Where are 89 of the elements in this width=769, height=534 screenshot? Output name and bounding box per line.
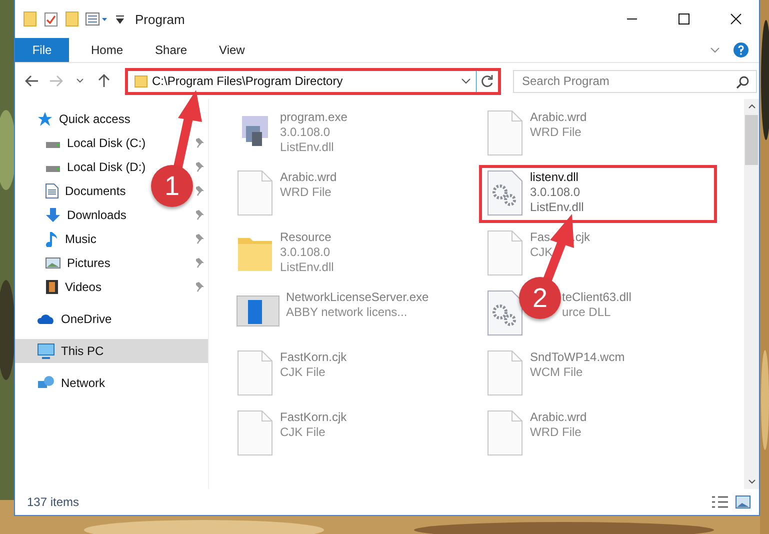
pin-icon[interactable] — [194, 138, 204, 148]
file-detail: ListEnv.dll — [530, 200, 584, 214]
file-detail: WRD File — [530, 125, 582, 139]
chevron-down-icon — [76, 78, 84, 84]
file-name[interactable]: Fas — [530, 230, 550, 244]
film-icon — [45, 279, 59, 295]
star-icon — [37, 111, 53, 127]
file-detail: ListEnv.dll — [280, 140, 335, 154]
file-name[interactable]: FastKorn.cjk — [280, 410, 347, 424]
large-icons-view-icon[interactable] — [735, 495, 751, 509]
file-detail: CJK File — [280, 425, 326, 439]
search-icon[interactable] — [735, 74, 751, 88]
file-detail: urce DLL — [562, 305, 612, 319]
properties-icon[interactable] — [85, 11, 109, 27]
nav-item[interactable]: Local Disk (C:) — [67, 136, 146, 150]
scrollbar[interactable] — [744, 99, 759, 489]
nav-item[interactable]: Videos — [65, 280, 102, 294]
nav-item[interactable]: This PC — [61, 344, 104, 358]
cloud-icon — [37, 313, 55, 325]
checklist-icon[interactable] — [43, 11, 59, 27]
nav-item[interactable]: Pictures — [67, 256, 110, 270]
file-name[interactable]: Resource — [280, 230, 332, 244]
pin-icon[interactable] — [194, 282, 204, 292]
pin-icon[interactable] — [194, 186, 204, 196]
window-title: Program — [135, 12, 186, 26]
folder-icon — [134, 74, 148, 88]
file-name[interactable]: teClient63.dll — [562, 290, 632, 304]
up-arrow-icon — [98, 74, 110, 88]
scrollbar-thumb[interactable] — [745, 115, 758, 165]
folder-icon[interactable] — [65, 11, 79, 27]
chevron-down-icon[interactable] — [460, 76, 472, 86]
file-detail: WRD File — [530, 425, 582, 439]
file-detail: ListEnv.dll — [280, 260, 334, 274]
file-name[interactable]: listenv.dll — [530, 170, 578, 184]
file-name[interactable]: Arabic.wrd — [530, 110, 587, 124]
search-field[interactable]: Search Program — [513, 70, 757, 92]
nav-item[interactable]: Music — [65, 232, 96, 246]
settings-file-icon — [486, 290, 524, 336]
nav-item[interactable]: Downloads — [67, 208, 126, 222]
file-detail: ABBY network licens... — [286, 305, 408, 319]
file-detail: CJK — [530, 245, 554, 259]
file-name[interactable]: SndToWP14.wcm — [530, 350, 625, 364]
file-detail: WCM File — [530, 365, 584, 379]
file-name[interactable]: program.exe — [280, 110, 348, 124]
file-name[interactable]: NetworkLicenseServer.exe — [286, 290, 429, 304]
pin-icon[interactable] — [194, 162, 204, 172]
file-icon — [236, 170, 274, 216]
details-view-icon[interactable] — [711, 495, 729, 509]
pin-icon[interactable] — [194, 210, 204, 220]
pictures-icon — [45, 256, 61, 270]
forward-arrow-icon — [49, 75, 63, 87]
music-note-icon — [45, 231, 59, 247]
network-icon — [37, 375, 55, 391]
file-detail: 3.0.108.0 — [280, 245, 332, 259]
document-icon — [45, 183, 59, 199]
file-icon — [236, 410, 274, 456]
pin-icon[interactable] — [194, 258, 204, 268]
ribbon-tab[interactable]: Home — [75, 38, 140, 62]
nav-item[interactable]: Network — [61, 376, 106, 390]
file-name-part: .cjk — [572, 230, 590, 244]
ribbon-tab[interactable]: Share — [139, 38, 204, 62]
pin-icon[interactable] — [194, 234, 204, 244]
settings-file-icon — [486, 170, 524, 216]
close-icon — [730, 13, 742, 25]
file-detail: 3.0.108.0 — [530, 185, 582, 199]
nav-item[interactable]: Quick access — [59, 112, 130, 126]
folder-icon[interactable] — [23, 11, 37, 27]
download-icon — [45, 207, 61, 223]
file-icon — [236, 350, 274, 396]
file-name[interactable]: Arabic.wrd — [280, 170, 337, 184]
item-count: 137 items — [27, 495, 80, 509]
computer-icon — [37, 343, 55, 359]
nav-item[interactable]: Documents — [65, 184, 126, 198]
back-arrow-icon — [25, 75, 39, 87]
file-icon — [486, 230, 524, 276]
maximize-icon — [678, 13, 690, 25]
file-detail: WRD File — [280, 185, 332, 199]
file-icon — [486, 410, 524, 456]
nav-item[interactable]: OneDrive — [61, 312, 112, 326]
file-detail: CJK File — [280, 365, 326, 379]
file-icon — [486, 110, 524, 156]
file-name[interactable]: Arabic.wrd — [530, 410, 587, 424]
file-name[interactable]: FastKorn.cjk — [280, 350, 347, 364]
file-detail: 3.0.108.0 — [280, 125, 332, 139]
ribbon-tab[interactable]: View — [203, 38, 261, 62]
file-icon — [486, 350, 524, 396]
nav-item[interactable]: Local Disk (D:) — [67, 160, 146, 174]
address-bar[interactable]: C:\Program Files\Program Directory — [125, 68, 501, 94]
file-menu-button[interactable]: File — [15, 38, 69, 62]
